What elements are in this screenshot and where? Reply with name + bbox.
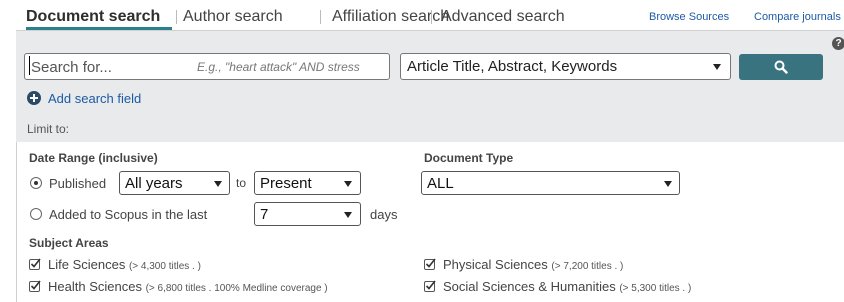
text-cursor bbox=[29, 56, 30, 75]
search-icon bbox=[774, 60, 788, 74]
added-to-scopus-label: Added to Scopus in the last bbox=[49, 207, 208, 222]
subject-label: Life Sciences bbox=[48, 257, 126, 272]
document-type-title: Document Type bbox=[424, 151, 514, 165]
published-radio[interactable] bbox=[30, 177, 42, 189]
subject-note: (> 5,300 titles . ) bbox=[619, 283, 692, 294]
compare-journals-link[interactable]: Compare journals bbox=[754, 11, 841, 23]
tab-document-search[interactable]: Document search bbox=[26, 8, 160, 26]
browse-sources-link[interactable]: Browse Sources bbox=[649, 11, 729, 23]
subject-label: Health Sciences bbox=[48, 279, 142, 294]
days-label: days bbox=[370, 207, 398, 222]
search-tabs: Document search Author search Affiliatio… bbox=[0, 0, 844, 30]
published-label: Published bbox=[49, 176, 107, 191]
limits-panel bbox=[16, 142, 844, 302]
tab-advanced-search[interactable]: Advanced search bbox=[441, 8, 565, 26]
search-input[interactable] bbox=[31, 58, 381, 76]
document-type-select[interactable]: ALL bbox=[421, 171, 680, 195]
chevron-down-icon bbox=[344, 212, 352, 218]
to-year-value: Present bbox=[260, 175, 312, 192]
limit-to-label: Limit to: bbox=[27, 122, 70, 136]
search-field-value: Article Title, Abstract, Keywords bbox=[407, 58, 618, 75]
tab-author-search[interactable]: Author search bbox=[183, 8, 283, 26]
subject-note: (> 7,200 titles . ) bbox=[551, 261, 624, 272]
add-search-field-label: Add search field bbox=[48, 91, 142, 106]
search-field-select[interactable]: Article Title, Abstract, Keywords bbox=[400, 53, 731, 80]
search-button[interactable] bbox=[739, 54, 823, 80]
chevron-down-icon bbox=[214, 181, 222, 187]
tab-separator bbox=[431, 10, 432, 24]
life-sciences-label: Life Sciences (> 4,300 titles . ) bbox=[48, 257, 201, 272]
subject-label: Physical Sciences bbox=[443, 257, 548, 272]
social-sciences-checkbox[interactable] bbox=[424, 280, 436, 292]
plus-circle-icon bbox=[27, 91, 41, 105]
document-type-value: ALL bbox=[427, 175, 454, 192]
tab-separator bbox=[176, 10, 177, 24]
subject-note: (> 4,300 titles . ) bbox=[128, 261, 201, 272]
days-select[interactable]: 7 bbox=[254, 202, 361, 226]
from-year-select[interactable]: All years bbox=[119, 171, 230, 195]
subject-label: Social Sciences & Humanities bbox=[443, 279, 616, 294]
tab-separator bbox=[320, 10, 321, 24]
date-range-title: Date Range (inclusive) bbox=[29, 151, 158, 165]
subject-areas-title: Subject Areas bbox=[29, 236, 109, 250]
help-icon[interactable]: ? bbox=[832, 37, 844, 50]
search-input-container[interactable]: E.g., "heart attack" AND stress bbox=[24, 53, 390, 80]
days-value: 7 bbox=[260, 206, 269, 223]
physical-sciences-checkbox[interactable] bbox=[424, 258, 436, 270]
health-sciences-checkbox[interactable] bbox=[29, 280, 41, 292]
from-year-value: All years bbox=[125, 175, 183, 192]
health-sciences-label: Health Sciences (> 6,800 titles . 100% M… bbox=[48, 279, 328, 294]
chevron-down-icon bbox=[344, 181, 352, 187]
chevron-down-icon bbox=[713, 64, 721, 70]
life-sciences-checkbox[interactable] bbox=[29, 258, 41, 270]
to-year-select[interactable]: Present bbox=[254, 171, 361, 195]
search-panel bbox=[16, 30, 844, 142]
added-to-scopus-radio[interactable] bbox=[30, 208, 42, 220]
to-label: to bbox=[236, 176, 247, 190]
physical-sciences-label: Physical Sciences (> 7,200 titles . ) bbox=[443, 257, 623, 272]
subject-note: (> 6,800 titles . 100% Medline coverage … bbox=[145, 283, 328, 294]
chevron-down-icon bbox=[664, 181, 672, 187]
social-sciences-label: Social Sciences & Humanities (> 5,300 ti… bbox=[443, 279, 691, 294]
